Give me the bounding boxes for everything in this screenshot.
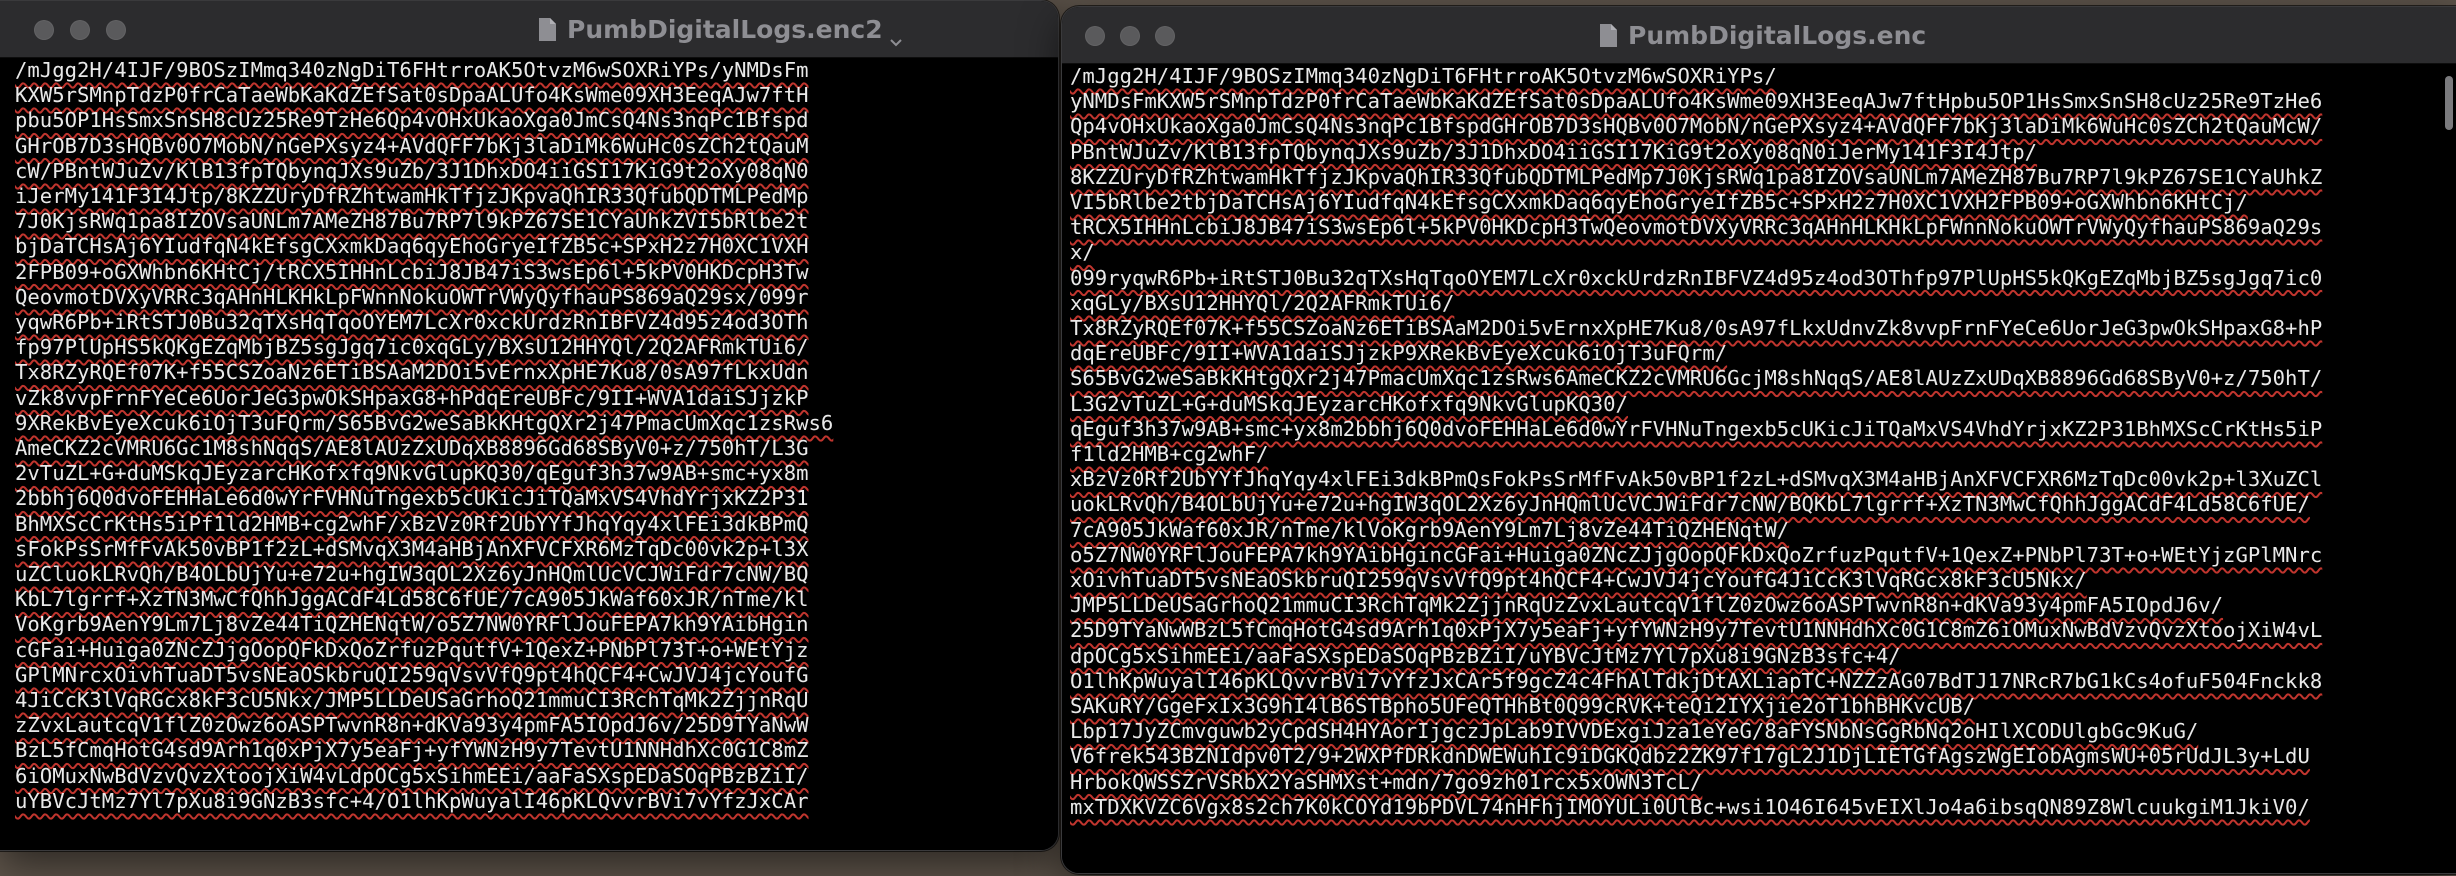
text-line[interactable]: 9XRekBvEyeXcuk6iOjT3uFQrm/S65BvG2weSaBkK…	[15, 411, 833, 435]
text-line[interactable]: GHrOB7D3sHQBv0O7MobN/nGePXsyz4+AVdQFF7bK…	[15, 134, 809, 158]
text-line[interactable]: uZCluokLRvQh/B4OLbUjYu+e72u+hgIW3qOL2Xz6…	[15, 562, 809, 586]
text-line[interactable]: xOivhTuaDT5vsNEaOSkbruQI259qVsvVfQ9pt4hQ…	[1070, 568, 2087, 592]
text-line[interactable]: 7J0KjsRWq1pa8IZOVsaUNLm7AMeZH87Bu7RP7l9k…	[15, 209, 809, 233]
text-line[interactable]: O1lhKpWuyalI46pKLQvvrBVi7vYfzJxCAr5f9gcZ…	[1070, 669, 2322, 693]
editor-window-left[interactable]: PumbDigitalLogs.enc2 /mJgg2H/4IJF/9BOSzI…	[0, 0, 1059, 851]
window-titlebar[interactable]: PumbDigitalLogs.enc	[1062, 7, 2456, 64]
text-line[interactable]: L3G2vTuZL+G+duMSkqJEyzarcHKofxfq9NkvGlup…	[1070, 392, 1628, 416]
text-line[interactable]: PBntWJuZv/KlB13fpTQbynqJXs9uZb/3J1DhxDO4…	[1070, 140, 2037, 164]
text-line[interactable]: iJerMy141F3I4Jtp/8KZZUryDfRZhtwamHkTfjzJ…	[15, 184, 809, 208]
text-line[interactable]: Tx8RZyRQEf07K+f55CSZoaNz6ETiBSAaM2DOi5vE…	[1070, 316, 2322, 340]
text-line[interactable]: 2FPB09+oGXWhbn6KHtCj/tRCX5IHHnLcbiJ8JB47…	[15, 260, 809, 284]
text-line[interactable]: x/	[1070, 240, 1095, 264]
window-titlebar[interactable]: PumbDigitalLogs.enc2	[0, 1, 1058, 58]
zoom-button[interactable]	[106, 20, 126, 40]
text-line[interactable]: f1ld2HMB+cg2whF/	[1070, 442, 1268, 466]
text-line[interactable]: BhMXScCrKtHs5iPf1ld2HMB+cg2whF/xBzVz0Rf2…	[15, 512, 809, 536]
text-line[interactable]: dqEreUBFc/9II+WVA1daiSJjzkP9XRekBvEyeXcu…	[1070, 341, 1727, 365]
text-line[interactable]: o5Z7NW0YRFlJouFEPA7kh9YAibHgincGFai+Huig…	[1070, 543, 2322, 567]
text-line[interactable]: Qp4vOHxUkaoXga0JmCsQ4Ns3nqPc1BfspdGHrOB7…	[1070, 114, 2322, 138]
text-line[interactable]: 6iOMuxNwBdVzvQvzXtoojXiW4vLdpOCg5xSihmEE…	[15, 764, 809, 788]
document-content[interactable]: /mJgg2H/4IJF/9BOSzIMmq340zNgDiT6FHtrroAK…	[1062, 64, 2456, 873]
text-line[interactable]: VI5bRlbe2tbjDaTCHsAj6YIudfqN4kEfsgCXxmkD…	[1070, 190, 2248, 214]
text-line[interactable]: sFokPsSrMfFvAk50vBP1f2zL+dSMvqX3M4aHBjAn…	[15, 537, 809, 561]
window-title-text: PumbDigitalLogs.enc2	[567, 14, 883, 44]
text-line[interactable]: AmeCKZ2cVMRU6Gc1M8shNqqS/AE8lAUzZxUDqXB8…	[15, 436, 809, 460]
text-line[interactable]: SAKuRY/GgeFxIx3G9hI4lB6STBpho5UFeQTHhBt0…	[1070, 694, 1975, 718]
text-line[interactable]: yqwR6Pb+iRtSTJ0Bu32qTXsHqTqoOYEM7LcXr0xc…	[15, 310, 809, 334]
window-title-text: PumbDigitalLogs.enc	[1628, 20, 1927, 50]
text-line[interactable]: mxTDXKVZC6Vgx8s2ch7K0kCOYd19bPDVL74nHFhj…	[1070, 795, 2310, 819]
text-line[interactable]: uYBVcJtMz7Yl7pXu8i9GNzB3sfc+4/O1lhKpWuya…	[15, 789, 809, 813]
text-line[interactable]: Tx8RZyRQEf07K+f55CSZoaNz6ETiBSAaM2DOi5vE…	[15, 360, 809, 384]
text-line[interactable]: V6frek543BZNIdpv0T2/9+2WXPfDRkdnDWEWuhIc…	[1070, 744, 2310, 768]
text-line[interactable]: BzL5fCmqHotG4sd9Arh1q0xPjX7y5eaFj+yfYWNz…	[15, 738, 809, 762]
text-line[interactable]: fp97PlUpHS5kQKgEZqMbjBZ5sgJgq7ic0xqGLy/B…	[15, 335, 809, 359]
document-content[interactable]: /mJgg2H/4IJF/9BOSzIMmq340zNgDiT6FHtrroAK…	[0, 58, 1058, 850]
window-title[interactable]: PumbDigitalLogs.enc2	[537, 1, 903, 57]
chevron-down-icon[interactable]	[889, 25, 903, 47]
text-line[interactable]: KXW5rSMnpTdzP0frCaTaeWbKaKdZEfSat0sDpaAL…	[15, 83, 809, 107]
window-title[interactable]: PumbDigitalLogs.enc	[1598, 7, 1926, 63]
text-line[interactable]: QeovmotDVXyVRRc3qAHnHLKHkLpFWnnNokuOWTrV…	[15, 285, 809, 309]
text-line[interactable]: JMP5LLDeUSaGrhoQ21mmuCI3RchTqMk2ZjjnRqUz…	[1070, 593, 2223, 617]
text-line[interactable]: yNMDsFmKXW5rSMnpTdzP0frCaTaeWbKaKdZEfSat…	[1070, 89, 2322, 113]
text-line[interactable]: 8KZZUryDfRZhtwamHkTfjzJKpvaQhIR33QfubQDT…	[1070, 165, 2322, 189]
text-line[interactable]: /mJgg2H/4IJF/9BOSzIMmq340zNgDiT6FHtrroAK…	[1070, 64, 1777, 88]
encrypted-text-area[interactable]: /mJgg2H/4IJF/9BOSzIMmq340zNgDiT6FHtrroAK…	[1062, 64, 2456, 820]
text-line[interactable]: Lbp17JyZCmvguwb2yCpdSH4HYAorIjgczJpLab9I…	[1070, 719, 2198, 743]
scrollbar-thumb[interactable]	[2445, 76, 2453, 130]
encrypted-text-area[interactable]: /mJgg2H/4IJF/9BOSzIMmq340zNgDiT6FHtrroAK…	[0, 58, 1058, 814]
text-line[interactable]: 7cA905JkWaf60xJR/nTme/klVoKgrb9AenY9Lm7L…	[1070, 518, 1789, 542]
text-line[interactable]: xqGLy/BXsU12HHYQl/2Q2AFRmkTUi6/	[1070, 291, 1454, 315]
close-button[interactable]	[34, 20, 54, 40]
text-line[interactable]: qEguf3h37w9AB+smc+yx8m2bbhj6Q0dvoFEHHaLe…	[1070, 417, 2322, 441]
text-line[interactable]: vZk8vvpFrnFYeCe6UorJeG3pwOkSHpaxG8+hPdqE…	[15, 386, 809, 410]
text-line[interactable]: pbu5OP1HsSmxSnSH8cUz25Re9TzHe6Qp4vOHxUka…	[15, 108, 809, 132]
minimize-button[interactable]	[1120, 26, 1140, 46]
text-line[interactable]: dpOCg5xSihmEEi/aaFaSXspEDaSOqPBzBZiI/uYB…	[1070, 644, 1901, 668]
zoom-button[interactable]	[1155, 26, 1175, 46]
text-line[interactable]: /mJgg2H/4IJF/9BOSzIMmq340zNgDiT6FHtrroAK…	[15, 58, 809, 82]
text-line[interactable]: HrbokQWSSZrVSRbX2YaSHMXst+mdn/7go9zh01rc…	[1070, 770, 1702, 794]
text-line[interactable]: tRCX5IHHnLcbiJ8JB47iS3wsEp6l+5kPV0HKDcpH…	[1070, 215, 2322, 239]
text-line[interactable]: GPlMNrcxOivhTuaDT5vsNEaOSkbruQI259qVsvVf…	[15, 663, 809, 687]
text-line[interactable]: 2bbhj6Q0dvoFEHHaLe6d0wYrFVHNuTngexb5cUKi…	[15, 486, 809, 510]
text-line[interactable]: zZvxLautcqV1flZ0zOwz6oASPTwvnR8n+dKVa93y…	[15, 713, 809, 737]
text-line[interactable]: S65BvG2weSaBkKHtgQXr2j47PmacUmXqc1zsRws6…	[1070, 366, 2322, 390]
text-line[interactable]: cGFai+Huiga0ZNcZJjgOopQFkDxQoZrfuzPqutfV…	[15, 638, 809, 662]
minimize-button[interactable]	[70, 20, 90, 40]
close-button[interactable]	[1085, 26, 1105, 46]
document-icon	[1598, 23, 1618, 48]
text-line[interactable]: uokLRvQh/B4OLbUjYu+e72u+hgIW3qOL2Xz6yJnH…	[1070, 492, 2310, 516]
text-line[interactable]: bjDaTCHsAj6YIudfqN4kEfsgCXxmkDaq6qyEhoGr…	[15, 234, 809, 258]
document-icon	[537, 17, 557, 42]
text-line[interactable]: VoKgrb9AenY9Lm7Lj8vZe44TiQZHENqtW/o5Z7NW…	[15, 612, 809, 636]
text-line[interactable]: KbL7lgrrf+XzTN3MwCfQhhJggACdF4Ld58C6fUE/…	[15, 587, 809, 611]
text-line[interactable]: cW/PBntWJuZv/KlB13fpTQbynqJXs9uZb/3J1Dhx…	[15, 159, 809, 183]
text-line[interactable]: 2vTuZL+G+duMSkqJEyzarcHKofxfq9NkvGlupKQ3…	[15, 461, 809, 485]
vertical-scrollbar[interactable]	[2441, 64, 2456, 873]
text-line[interactable]: 099ryqwR6Pb+iRtSTJ0Bu32qTXsHqTqoOYEM7LcX…	[1070, 266, 2322, 290]
text-line[interactable]: xBzVz0Rf2UbYYfJhqYqy4xlFEi3dkBPmQsFokPsS…	[1070, 467, 2322, 491]
text-line[interactable]: 4JiCcK3lVqRGcx8kF3cU5Nkx/JMP5LLDeUSaGrho…	[15, 688, 809, 712]
text-line[interactable]: 25D9TYaNwWBzL5fCmqHotG4sd9Arh1q0xPjX7y5e…	[1070, 618, 2322, 642]
editor-window-right[interactable]: PumbDigitalLogs.enc /mJgg2H/4IJF/9BOSzIM…	[1061, 6, 2456, 874]
